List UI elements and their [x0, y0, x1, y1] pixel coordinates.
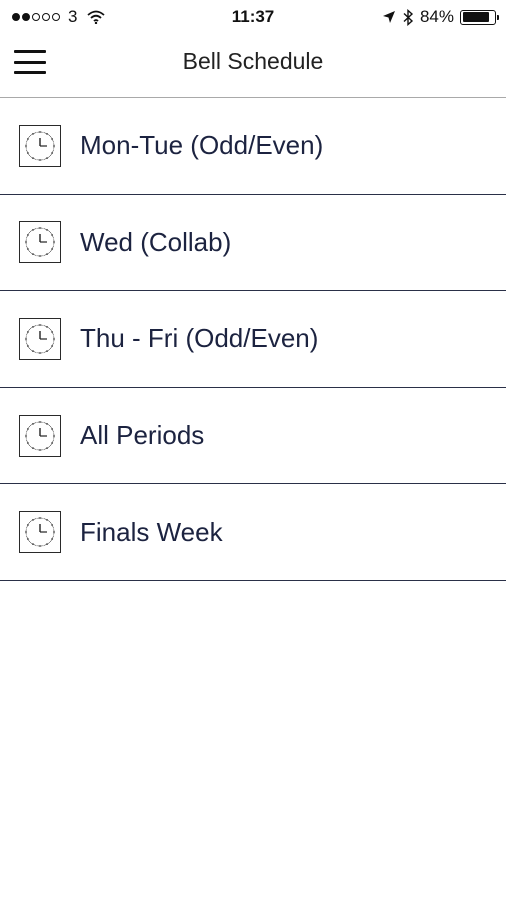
- clock-icon: [19, 317, 61, 360]
- clock-face: [25, 517, 55, 548]
- list-item-wed[interactable]: Wed (Collab): [0, 195, 506, 292]
- clock-icon: [19, 124, 61, 167]
- location-arrow-icon: [382, 11, 395, 23]
- status-right: 84%: [382, 7, 499, 27]
- list-item-all-periods[interactable]: All Periods: [0, 388, 506, 485]
- list-item-label: All Periods: [80, 420, 205, 451]
- list-item-mon-tue[interactable]: Mon-Tue (Odd/Even): [0, 98, 506, 195]
- clock-face: [25, 420, 55, 451]
- list-item-finals-week[interactable]: Finals Week: [0, 484, 506, 581]
- nav-bar: Bell Schedule: [0, 34, 506, 98]
- battery-percent: 84%: [419, 7, 454, 26]
- list-item-label: Mon-Tue (Odd/Even): [80, 130, 324, 161]
- clock-icon: [19, 414, 61, 457]
- clock-icon: [19, 511, 61, 554]
- clock-icon: [19, 221, 61, 264]
- clock-face: [25, 324, 55, 354]
- list-item-thu-fri[interactable]: Thu - Fri (Odd/Even): [0, 291, 506, 388]
- schedule-list: Mon-Tue (Odd/Even) Wed (Collab) Thu - Fr…: [0, 98, 506, 581]
- list-item-label: Thu - Fri (Odd/Even): [80, 323, 319, 354]
- list-item-label: Finals Week: [80, 516, 223, 547]
- status-bar: 3 11:37 84%: [0, 0, 506, 34]
- page-title: Bell Schedule: [182, 48, 324, 74]
- battery-icon: [460, 9, 499, 25]
- clock-face: [25, 227, 55, 258]
- list-item-label: Wed (Collab): [80, 226, 232, 257]
- clock-face: [25, 130, 55, 161]
- bluetooth-icon: [403, 8, 414, 26]
- battery-fill: [462, 12, 489, 22]
